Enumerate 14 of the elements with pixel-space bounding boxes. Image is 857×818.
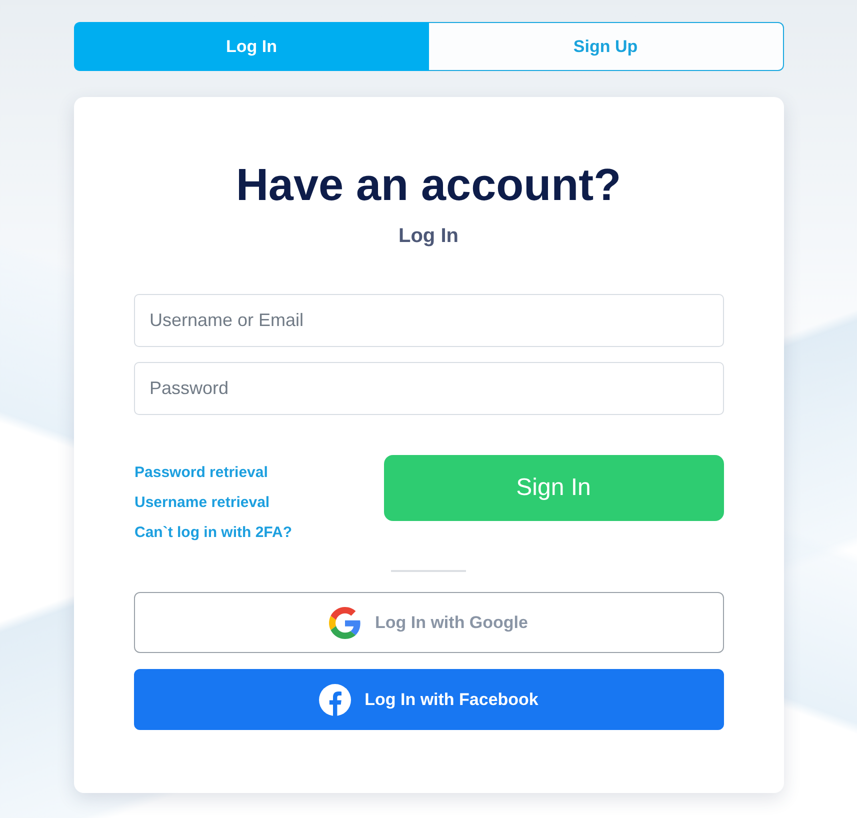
card-subtitle: Log In — [398, 224, 458, 249]
tab[interactable]: Sign Up — [428, 22, 784, 71]
social-login-button[interactable]: Log In with Facebook — [134, 669, 724, 730]
google-g-icon — [329, 606, 361, 638]
help-link[interactable]: Password retrieval — [134, 463, 292, 483]
tab[interactable]: Log In — [74, 22, 428, 71]
social-login-button[interactable]: Log In with Google — [134, 592, 724, 653]
card-title: Have an account? — [236, 158, 622, 212]
input-field[interactable]: Username or Email — [134, 294, 724, 347]
input-field[interactable]: Password — [134, 362, 724, 415]
facebook-f-icon — [318, 684, 351, 716]
help-link[interactable]: Username retrieval — [134, 493, 292, 513]
help-link[interactable]: Can`t log in with 2FA? — [134, 523, 292, 543]
sign-in-button[interactable]: Sign In — [384, 455, 724, 521]
